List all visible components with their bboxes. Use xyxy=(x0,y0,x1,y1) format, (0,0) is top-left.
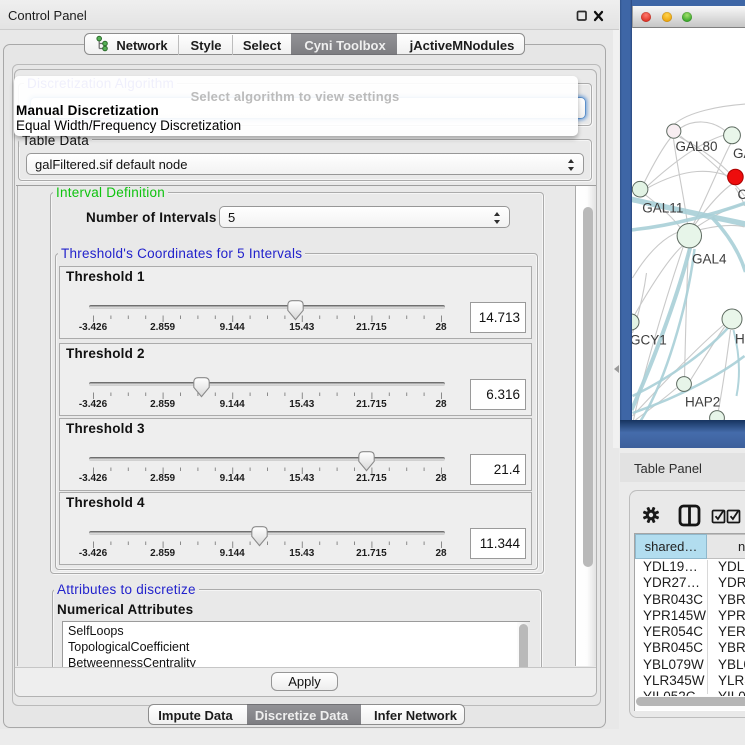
svg-text:H: H xyxy=(735,332,745,347)
svg-text:HAP2: HAP2 xyxy=(685,395,720,410)
svg-text:GAL: GAL xyxy=(733,146,745,161)
svg-text:GAL11: GAL11 xyxy=(642,201,683,216)
svg-text:C: C xyxy=(738,187,745,202)
svg-text:GAL80: GAL80 xyxy=(676,139,718,154)
svg-text:GCY1: GCY1 xyxy=(632,333,667,348)
svg-text:GAL4: GAL4 xyxy=(692,252,727,267)
